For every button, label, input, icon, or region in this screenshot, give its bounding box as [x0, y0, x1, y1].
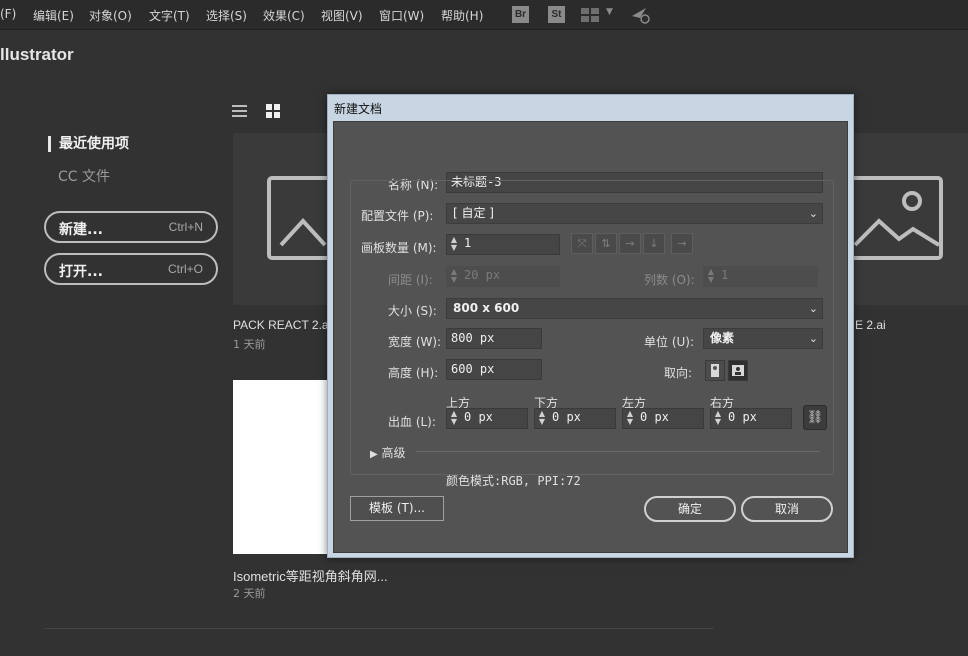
arrange-by-row-icon[interactable]: →	[619, 233, 641, 254]
columns-value: 1	[721, 268, 729, 282]
menu-file[interactable]: (F)	[0, 7, 16, 21]
arrange-by-column-icon[interactable]: ↓	[643, 233, 665, 254]
stepper-arrows-icon[interactable]: ▲ ▼	[449, 236, 459, 252]
size-value: 800 x 600	[453, 301, 520, 315]
landscape-icon[interactable]	[728, 360, 748, 381]
menu-object[interactable]: 对象(O)	[89, 7, 132, 24]
menu-select[interactable]: 选择(S)	[206, 7, 247, 24]
cancel-button[interactable]: 取消	[741, 496, 833, 522]
stepper-arrows-icon[interactable]: ▲ ▼	[449, 410, 459, 426]
size-label: 大小 (S):	[388, 304, 437, 318]
spacing-value: 20 px	[464, 268, 501, 282]
list-view-icon[interactable]	[232, 104, 248, 118]
file-thumbnail[interactable]	[847, 133, 968, 305]
file-name[interactable]: E 2.ai	[855, 318, 886, 332]
orientation-label: 取向:	[664, 366, 693, 380]
dialog-title: 新建文档	[334, 102, 383, 116]
advanced-label: 高级	[381, 446, 406, 460]
menu-type[interactable]: 文字(T)	[149, 7, 190, 24]
spacing-stepper[interactable]: ▲ ▼ 20 px	[446, 266, 560, 287]
file-name[interactable]: PACK REACT 2.ai	[233, 318, 331, 332]
bleed-top-stepper[interactable]: ▲ ▼ 0 px	[446, 408, 528, 429]
artboards-label: 画板数量 (M):	[361, 241, 437, 255]
menu-edit[interactable]: 编辑(E)	[33, 7, 74, 24]
file-time: 1 天前	[233, 338, 266, 351]
bleed-right-value: 0 px	[728, 410, 757, 424]
bleed-left-stepper[interactable]: ▲ ▼ 0 px	[622, 408, 704, 429]
size-select[interactable]: 800 x 600 ⌄	[446, 298, 823, 319]
file-thumbnail[interactable]	[233, 380, 329, 554]
nav-cc-files[interactable]: CC 文件	[58, 166, 110, 186]
bleed-left-value: 0 px	[640, 410, 669, 424]
profile-label: 配置文件 (P):	[361, 209, 434, 223]
chevron-down-icon: ⌄	[808, 207, 818, 220]
columns-stepper[interactable]: ▲ ▼ 1	[703, 266, 818, 287]
image-placeholder-icon	[267, 176, 351, 260]
columns-label: 列数 (O):	[644, 273, 695, 287]
spacing-label: 间距 (I):	[388, 273, 433, 287]
bridge-icon[interactable]: Br	[512, 6, 529, 23]
gpu-performance-icon[interactable]	[630, 6, 652, 24]
file-time: 2 天前	[233, 587, 266, 600]
menu-effect[interactable]: 效果(C)	[263, 7, 305, 24]
file-name[interactable]: Isometric等距视角斜角网...	[233, 566, 388, 585]
image-placeholder-icon	[847, 176, 943, 260]
stock-icon[interactable]: St	[548, 6, 565, 23]
bleed-top-value: 0 px	[464, 410, 493, 424]
stepper-arrows-icon[interactable]: ▲ ▼	[713, 410, 723, 426]
color-mode-info: 颜色模式:RGB, PPI:72	[446, 474, 581, 488]
file-thumbnail[interactable]	[233, 133, 351, 305]
bleed-right-stepper[interactable]: ▲ ▼ 0 px	[710, 408, 792, 429]
units-select[interactable]: 像素 ⌄	[703, 328, 823, 349]
width-label: 宽度 (W):	[388, 335, 442, 349]
profile-select[interactable]: [ 自定 ] ⌄	[446, 203, 823, 224]
grid-view-icon[interactable]	[266, 104, 281, 118]
chevron-down-icon: ⌄	[808, 332, 818, 345]
chevron-down-icon[interactable]: ▼	[606, 7, 613, 17]
advanced-toggle[interactable]: ▶ 高级	[370, 444, 406, 461]
open-button-label: 打开...	[59, 264, 103, 280]
triangle-right-icon: ▶	[370, 449, 378, 460]
menu-help[interactable]: 帮助(H)	[441, 7, 483, 24]
template-button[interactable]: 模板 (T)...	[350, 496, 444, 521]
stepper-arrows-icon: ▲ ▼	[707, 267, 715, 284]
app-title: llustrator	[0, 45, 74, 64]
menu-view[interactable]: 视图(V)	[321, 7, 363, 24]
height-input[interactable]: 600 px	[446, 359, 542, 380]
stepper-arrows-icon[interactable]: ▲ ▼	[537, 410, 547, 426]
right-to-left-icon[interactable]: →	[671, 233, 693, 254]
units-label: 单位 (U):	[644, 335, 695, 349]
nav-recent[interactable]: 最近使用项	[48, 136, 129, 152]
bleed-label: 出血 (L):	[388, 415, 436, 429]
portrait-icon[interactable]	[705, 360, 725, 381]
menu-bar: (F) 编辑(E) 对象(O) 文字(T) 选择(S) 效果(C) 视图(V) …	[0, 0, 968, 30]
open-button[interactable]: 打开... Ctrl+O	[44, 253, 218, 285]
workspace-grid-icon[interactable]	[581, 8, 601, 22]
open-button-shortcut: Ctrl+O	[167, 262, 203, 276]
new-document-dialog: 新建文档 名称 (N): 未标题-3 配置文件 (P): [ 自定 ] ⌄ 画板…	[327, 94, 854, 558]
artboards-stepper[interactable]: ▲ ▼ 1	[446, 234, 560, 255]
height-label: 高度 (H):	[388, 366, 439, 380]
divider	[44, 628, 714, 629]
dialog-body: 名称 (N): 未标题-3 配置文件 (P): [ 自定 ] ⌄ 画板数量 (M…	[333, 121, 848, 553]
width-input[interactable]: 800 px	[446, 328, 542, 349]
menu-window[interactable]: 窗口(W)	[379, 7, 424, 24]
link-icon[interactable]: ⛓	[803, 405, 827, 430]
new-button-shortcut: Ctrl+N	[168, 220, 203, 234]
units-value: 像素	[710, 331, 735, 345]
stepper-arrows-icon[interactable]: ▲ ▼	[625, 410, 635, 426]
stepper-arrows-icon: ▲ ▼	[450, 267, 458, 284]
chevron-down-icon: ⌄	[808, 302, 818, 315]
bleed-bottom-stepper[interactable]: ▲ ▼ 0 px	[534, 408, 616, 429]
new-button[interactable]: 新建... Ctrl+N	[44, 211, 218, 243]
artboards-value: 1	[464, 236, 472, 250]
profile-value: [ 自定 ]	[453, 206, 494, 220]
grid-by-column-icon[interactable]: ⇅	[595, 233, 617, 254]
grid-by-row-icon[interactable]: ⤧	[571, 233, 593, 254]
ok-button[interactable]: 确定	[644, 496, 736, 522]
divider	[416, 451, 820, 452]
bleed-bottom-value: 0 px	[552, 410, 581, 424]
new-button-label: 新建...	[59, 222, 103, 238]
